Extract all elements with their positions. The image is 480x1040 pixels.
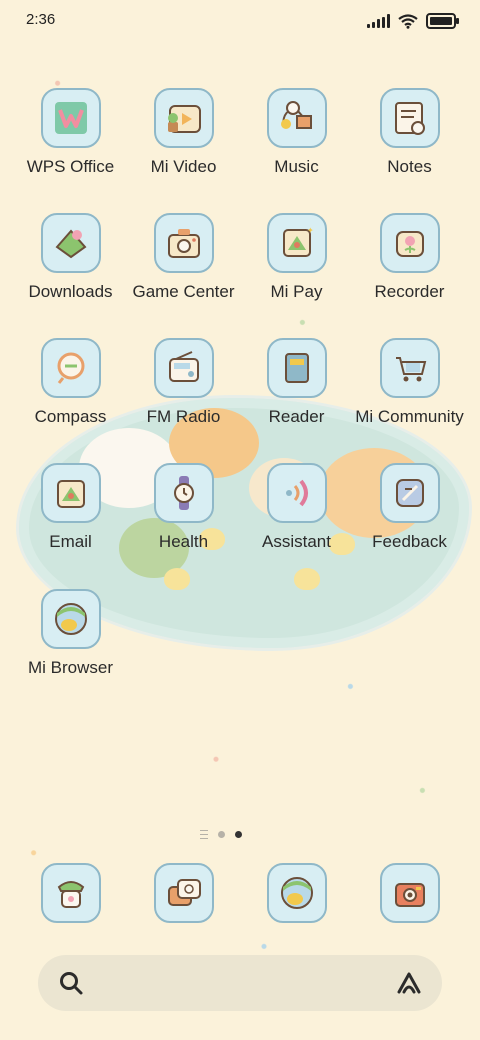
fm-radio-icon <box>153 338 214 398</box>
app-wps-office[interactable]: WPS Office <box>14 88 127 177</box>
mi-community-icon <box>379 338 440 398</box>
downloads-icon <box>40 213 101 273</box>
app-mi-community[interactable]: Mi Community <box>353 338 466 427</box>
app-reader[interactable]: Reader <box>240 338 353 427</box>
app-recorder[interactable]: Recorder <box>353 213 466 302</box>
app-game-center[interactable]: Game Center <box>127 213 240 302</box>
app-compass[interactable]: Compass <box>14 338 127 427</box>
menu-lines-icon <box>200 830 208 839</box>
camera-icon <box>379 863 440 923</box>
dock-phone[interactable] <box>14 863 127 923</box>
status-time: 2:36 <box>26 11 56 28</box>
messages-icon <box>153 863 214 923</box>
app-label: Notes <box>387 157 432 176</box>
email-icon <box>40 463 101 523</box>
app-mi-pay[interactable]: ✦ Mi Pay <box>240 213 353 302</box>
feedback-icon <box>379 463 440 523</box>
game-center-icon <box>153 213 214 273</box>
assistant-logo-icon[interactable] <box>394 968 424 998</box>
app-label: WPS Office <box>26 157 115 176</box>
health-icon <box>153 463 214 523</box>
app-label: Mi Pay <box>270 282 323 301</box>
notes-icon <box>379 88 440 148</box>
app-label: Assistant <box>262 532 331 551</box>
app-mi-video[interactable]: Mi Video <box>127 88 240 177</box>
app-label: Compass <box>34 407 107 426</box>
app-label: Feedback <box>372 532 447 551</box>
app-label: Game Center <box>132 282 235 301</box>
dock-browser[interactable] <box>240 863 353 923</box>
app-label: Mi Video <box>150 157 217 176</box>
search-icon[interactable] <box>58 970 84 996</box>
wifi-icon <box>398 13 418 29</box>
music-icon <box>266 88 327 148</box>
battery-icon <box>426 13 459 29</box>
dock-messages[interactable] <box>127 863 240 923</box>
wps-office-icon <box>40 88 101 148</box>
app-music[interactable]: Music <box>240 88 353 177</box>
compass-icon <box>40 338 101 398</box>
app-label: Downloads <box>28 282 113 301</box>
app-label: Recorder <box>374 282 445 301</box>
app-label: FM Radio <box>146 407 221 426</box>
app-email[interactable]: Email <box>14 463 127 552</box>
browser-icon <box>266 863 327 923</box>
signal-icon <box>367 14 390 28</box>
page-dot-active[interactable] <box>235 831 242 838</box>
app-fm-radio[interactable]: FM Radio <box>127 338 240 427</box>
app-label: Reader <box>268 407 325 426</box>
app-label: Email <box>49 532 92 551</box>
svg-text:✦: ✦ <box>307 226 314 235</box>
assistant-icon <box>266 463 327 523</box>
mi-pay-icon: ✦ <box>266 213 327 273</box>
app-label: Music <box>274 157 319 176</box>
search-bar[interactable] <box>38 955 442 1011</box>
mi-browser-icon <box>40 589 101 649</box>
reader-icon <box>266 338 327 398</box>
mi-video-icon <box>153 88 214 148</box>
page-dot[interactable] <box>218 831 225 838</box>
app-label: Mi Browser <box>27 658 113 677</box>
app-assistant[interactable]: Assistant <box>240 463 353 552</box>
status-bar: 2:36 <box>0 0 480 42</box>
page-indicator[interactable] <box>200 830 242 839</box>
phone-icon <box>40 863 101 923</box>
app-health[interactable]: Health <box>127 463 240 552</box>
app-label: Health <box>158 532 209 551</box>
app-feedback[interactable]: Feedback <box>353 463 466 552</box>
app-mi-browser[interactable]: Mi Browser <box>14 589 127 678</box>
app-downloads[interactable]: Downloads <box>14 213 127 302</box>
dock-camera[interactable] <box>353 863 466 923</box>
app-notes[interactable]: Notes <box>353 88 466 177</box>
recorder-icon <box>379 213 440 273</box>
app-label: Mi Community <box>355 407 464 426</box>
